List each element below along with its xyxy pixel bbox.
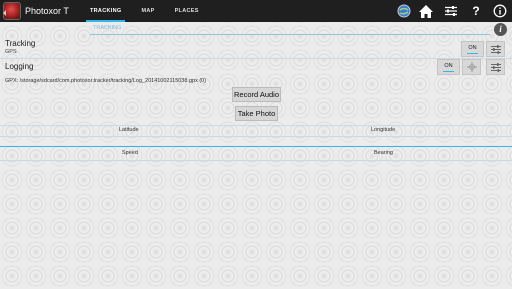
app-logo-icon[interactable] <box>3 2 21 20</box>
section-header-tracking: TRACKING <box>93 25 122 31</box>
logging-toggle[interactable]: ON <box>437 59 460 75</box>
row-separator <box>0 136 512 137</box>
tab-places[interactable]: PLACES <box>165 0 209 22</box>
home-icon[interactable] <box>417 3 435 19</box>
settings-sliders-icon <box>490 44 501 54</box>
tab-map[interactable]: MAP <box>131 0 164 22</box>
action-bar: Photoxor T TRACKING MAP PLACES ? <box>0 0 512 22</box>
info-icon[interactable]: i <box>494 23 507 36</box>
globe-icon[interactable] <box>396 3 412 19</box>
tracking-settings-button[interactable] <box>486 41 505 57</box>
gpx-file-path: GPX: /storage/sdcard/com.photoxor.tracke… <box>5 78 207 84</box>
record-audio-button[interactable]: Record Audio <box>232 87 281 102</box>
section-divider <box>0 146 512 147</box>
crosshair-icon <box>466 62 477 72</box>
info-circle-icon[interactable] <box>492 3 508 19</box>
tab-tracking[interactable]: TRACKING <box>80 0 131 22</box>
latitude-label: Latitude <box>119 127 139 133</box>
help-icon[interactable]: ? <box>468 3 484 19</box>
bearing-label: Bearing <box>374 150 393 156</box>
tracking-title: Tracking <box>5 39 36 48</box>
speed-label: Speed <box>122 150 138 156</box>
logging-settings-button[interactable] <box>486 59 505 75</box>
row-separator <box>0 125 512 126</box>
tracking-toggle[interactable]: ON <box>461 41 484 57</box>
section-divider <box>90 34 490 35</box>
tracking-subtitle: GPS <box>5 49 17 55</box>
settings-sliders-icon[interactable] <box>443 3 459 19</box>
logging-crosshair-button[interactable] <box>462 59 481 75</box>
row-separator <box>0 160 512 161</box>
logging-title: Logging <box>5 62 34 71</box>
take-photo-button[interactable]: Take Photo <box>235 106 278 121</box>
app-title: Photoxor T <box>25 6 69 16</box>
longitude-label: Longitude <box>371 127 396 133</box>
settings-sliders-icon <box>490 62 501 72</box>
row-separator <box>0 58 512 59</box>
